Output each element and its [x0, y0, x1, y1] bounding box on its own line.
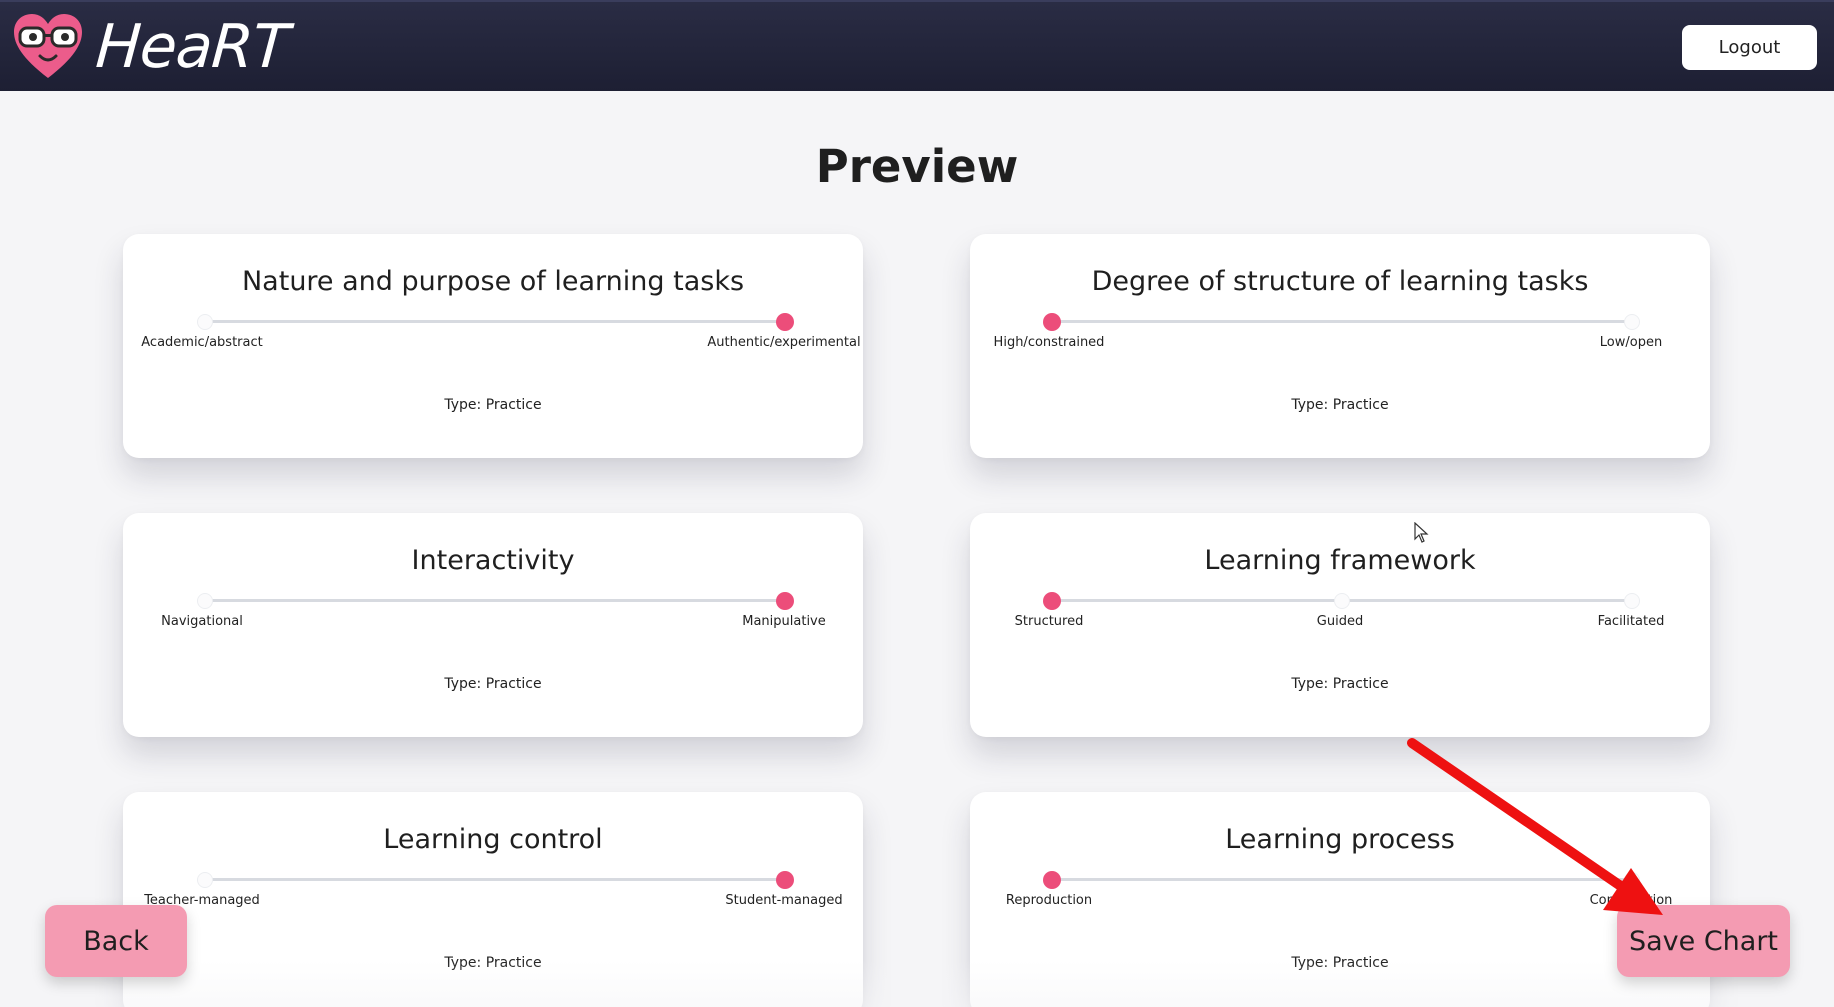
scale-track	[1052, 320, 1632, 323]
save-chart-button[interactable]: Save Chart	[1617, 905, 1790, 977]
top-navbar: HeaRT Logout	[0, 0, 1834, 91]
back-button[interactable]: Back	[45, 905, 187, 977]
scale-point	[1624, 872, 1640, 888]
card-title: Degree of structure of learning tasks	[1091, 266, 1589, 297]
scale-label: Reproduction	[1005, 893, 1093, 908]
card-type-label: Type: Practice	[444, 397, 542, 413]
card-type-label: Type: Practice	[444, 955, 542, 971]
card-type-label: Type: Practice	[1291, 955, 1389, 971]
scale-card: Learning framework Structured Guided Facili…	[970, 513, 1710, 737]
scale-track	[1052, 878, 1632, 881]
card-type-label: Type: Practice	[444, 676, 542, 692]
card-type-label: Type: Practice	[1291, 397, 1389, 413]
scale-point	[197, 314, 213, 330]
scale-point-selected	[1043, 592, 1061, 610]
heart-with-glasses-icon	[14, 14, 82, 78]
card-title: Interactivity	[411, 545, 575, 576]
card-title: Learning process	[1225, 824, 1455, 855]
scale-card: Nature and purpose of learning tasks Acad…	[123, 234, 863, 458]
mouse-pointer-icon	[1414, 522, 1429, 543]
scale-point-selected	[1043, 871, 1061, 889]
app-name: HeaRT	[93, 12, 291, 82]
scale-track	[205, 599, 785, 602]
scale-card: Degree of structure of learning tasks Hig…	[970, 234, 1710, 458]
card-type-label: Type: Practice	[1291, 676, 1389, 692]
card-title: Nature and purpose of learning tasks	[241, 266, 745, 297]
scale-point-selected	[776, 313, 794, 331]
scale-card: Learning process Reproduction Construction…	[970, 792, 1710, 1007]
scale-label: Guided	[1316, 614, 1364, 629]
scale-label: Student-managed	[725, 893, 843, 908]
scale-point-selected	[776, 871, 794, 889]
scale-label: Structured	[1014, 614, 1084, 629]
scale-track	[205, 320, 785, 323]
scale-label: Low/open	[1599, 335, 1663, 350]
scale-point	[1624, 314, 1640, 330]
scale-track	[205, 878, 785, 881]
app-logo[interactable]: HeaRT	[12, 12, 291, 82]
scale-label: Authentic/experimental	[707, 335, 861, 350]
scale-label: Manipulative	[742, 614, 826, 629]
scale-label: Navigational	[161, 614, 243, 629]
logout-button[interactable]: Logout	[1682, 25, 1817, 70]
card-title: Learning control	[383, 824, 603, 855]
scale-card: Interactivity Navigational Manipulative Typ…	[123, 513, 863, 737]
card-title: Learning framework	[1204, 545, 1476, 576]
scale-card: Learning control Teacher-managed Student-m…	[123, 792, 863, 1007]
scale-point-selected	[776, 592, 794, 610]
scale-point	[1334, 593, 1350, 609]
scale-point-selected	[1043, 313, 1061, 331]
scale-point	[197, 872, 213, 888]
page-title: Preview	[815, 140, 1019, 193]
scale-point	[197, 593, 213, 609]
scale-label: Facilitated	[1597, 614, 1665, 629]
scale-label: Academic/abstract	[141, 335, 263, 350]
scale-label: High/constrained	[993, 335, 1105, 350]
scale-point	[1624, 593, 1640, 609]
